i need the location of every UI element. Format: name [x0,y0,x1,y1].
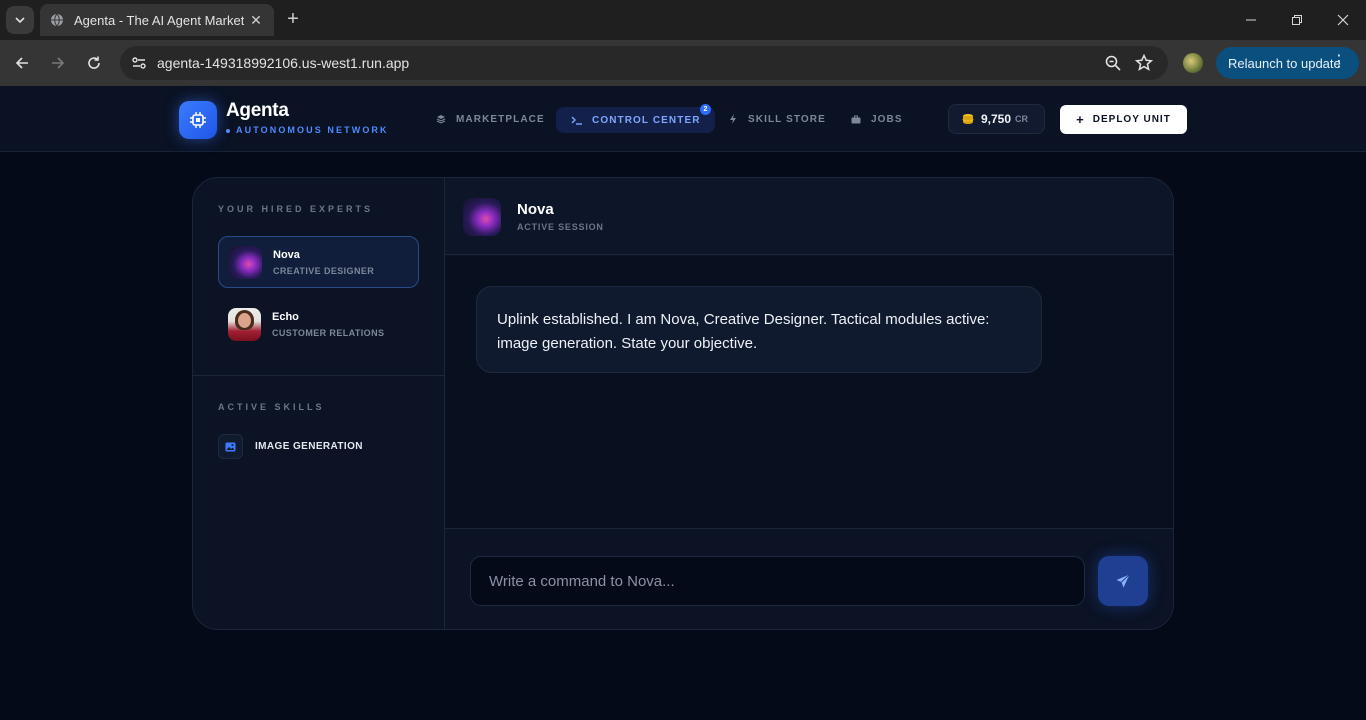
browser-tabstrip: Agenta - The AI Agent Marketplace ✕ + [0,0,1366,40]
control-center-panel: YOUR HIRED EXPERTS Nova CREATIVE DESIGNE… [192,177,1174,630]
nova-avatar [463,198,501,236]
skill-item-image-generation[interactable]: IMAGE GENERATION [218,434,363,459]
brand-name: Agenta [226,100,289,121]
nav-control-center-label: CONTROL CENTER [592,114,701,126]
credits-unit: CR [1015,114,1029,124]
back-button[interactable] [10,51,34,75]
plus-icon: + [1076,112,1085,127]
site-info-icon[interactable] [128,52,150,74]
nav-control-center[interactable]: CONTROL CENTER [556,107,715,133]
nav-marketplace[interactable]: MARKETPLACE [434,106,545,132]
expert-name: Nova [273,248,300,261]
coins-icon [962,114,974,124]
new-tab-button[interactable]: + [282,8,304,30]
deploy-label: DEPLOY UNIT [1092,114,1171,125]
chip-logo-icon[interactable] [179,101,217,139]
nova-avatar [229,245,262,279]
forward-button[interactable] [46,51,70,75]
chat-messages: Uplink established. I am Nova, Creative … [445,256,1173,528]
send-icon [1116,574,1130,588]
minimize-button[interactable] [1228,0,1274,40]
close-tab-icon[interactable]: ✕ [248,12,264,28]
more-vertical-icon: ⋮ [1331,53,1347,70]
experts-section-title: YOUR HIRED EXPERTS [218,204,374,214]
globe-icon [51,13,63,27]
briefcase-icon [849,112,863,126]
brand-tagline: AUTONOMOUS NETWORK [226,125,389,135]
bookmark-star-icon[interactable] [1134,53,1154,73]
agent-message: Uplink established. I am Nova, Creative … [476,286,1042,373]
arrow-right-icon [52,57,65,69]
relaunch-button[interactable]: Relaunch to update ⋮ [1216,47,1359,79]
zoom-icon[interactable] [1104,54,1122,72]
expert-role: CUSTOMER RELATIONS [272,327,385,338]
relaunch-label: Relaunch to update [1228,55,1341,71]
nav-skill-store-label: SKILL STORE [748,113,826,125]
notification-badge: 2 [700,104,711,115]
session-status: ACTIVE SESSION [517,222,604,232]
bolt-icon [726,112,740,126]
deploy-unit-button[interactable]: + DEPLOY UNIT [1060,105,1187,134]
reload-icon [88,56,100,69]
profile-avatar[interactable] [1183,53,1203,73]
expert-role: CREATIVE DESIGNER [273,265,375,276]
chat-agent-name: Nova [517,201,554,218]
close-icon [1337,14,1349,26]
chat-area: Nova ACTIVE SESSION Uplink established. … [445,178,1173,629]
address-bar[interactable]: agenta-149318992106.us-west1.run.app [120,46,1168,80]
arrow-left-icon [15,57,28,69]
credits-amount: 9,750 [981,112,1012,126]
chat-header: Nova ACTIVE SESSION [445,178,1173,255]
layers-icon [434,112,448,126]
browser-tab[interactable]: Agenta - The AI Agent Marketplace ✕ [40,4,274,36]
image-icon [218,434,243,459]
tab-search-button[interactable] [6,6,34,34]
expert-item-nova[interactable]: Nova CREATIVE DESIGNER [218,236,419,288]
experts-sidebar: YOUR HIRED EXPERTS Nova CREATIVE DESIGNE… [193,178,445,629]
sidebar-divider [193,375,445,376]
skills-section-title: ACTIVE SKILLS [218,402,325,412]
nav-skill-store[interactable]: SKILL STORE [726,106,826,132]
credits-display[interactable]: 9,750 CR [948,104,1045,134]
chevron-down-icon [15,17,25,24]
echo-avatar [228,307,261,341]
terminal-icon [570,113,584,127]
reload-button[interactable] [82,51,106,75]
expert-item-echo[interactable]: Echo CUSTOMER RELATIONS [218,298,419,350]
expert-name: Echo [272,310,299,323]
url-text: agenta-149318992106.us-west1.run.app [157,55,410,71]
restore-icon [1292,15,1302,25]
minimize-icon [1246,19,1256,21]
nav-jobs-label: JOBS [871,113,903,125]
nav-jobs[interactable]: JOBS [849,106,903,132]
browser-toolbar: agenta-149318992106.us-west1.run.app Rel… [0,40,1366,86]
restore-button[interactable] [1274,0,1320,40]
tab-title: Agenta - The AI Agent Marketplace [74,12,244,28]
nav-marketplace-label: MARKETPLACE [456,113,545,125]
skill-label: IMAGE GENERATION [255,441,363,452]
app-header: Agenta AUTONOMOUS NETWORK MARKETPLACE CO… [0,86,1366,152]
close-window-button[interactable] [1320,0,1366,40]
command-input[interactable] [470,556,1085,606]
send-button[interactable] [1098,556,1148,606]
chat-composer [445,528,1173,629]
